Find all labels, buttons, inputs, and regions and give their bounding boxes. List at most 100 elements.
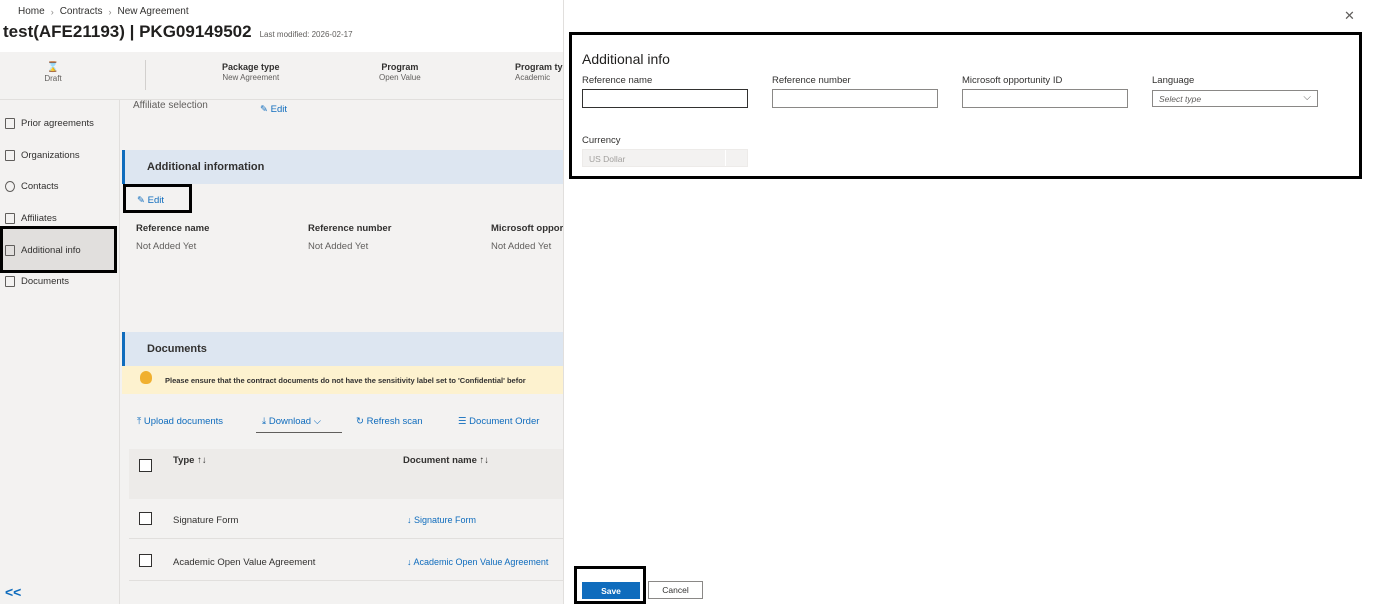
download-icon: ⤓ — [262, 416, 267, 427]
summary-program: Program Open Value — [379, 62, 421, 83]
currency-value: US Dollar — [589, 154, 626, 164]
document-link[interactable]: ↓ Academic Open Value Agreement — [407, 557, 548, 567]
currency-divider — [725, 150, 726, 166]
additional-information-header: Additional information — [122, 150, 563, 184]
documents-icon — [5, 276, 15, 287]
document-link-label: Academic Open Value Agreement — [413, 557, 549, 567]
refresh-label: Refresh scan — [366, 416, 423, 427]
page-title: test(AFE21193) | PKG09149502 Last modifi… — [3, 22, 353, 42]
field-label-reference-name: Reference name — [136, 223, 210, 234]
breadcrumb-home[interactable]: Home — [18, 6, 45, 17]
column-header-type[interactable]: Type ↑↓ — [173, 455, 207, 466]
upload-icon: ⤒ — [137, 416, 142, 427]
organizations-icon — [5, 150, 15, 161]
sidebar-item-label: Contacts — [21, 181, 59, 192]
contacts-icon — [5, 181, 15, 192]
field-label-opportunity: Microsoft oppor — [491, 223, 563, 234]
reference-name-label: Reference name — [582, 75, 653, 86]
download-icon: ↓ — [407, 557, 412, 567]
row-checkbox[interactable] — [139, 512, 152, 525]
section-title: Documents — [147, 343, 207, 355]
sidebar-item-documents[interactable]: Documents — [5, 276, 69, 287]
upload-documents-button[interactable]: ⤒ Upload documents — [137, 416, 223, 427]
download-button[interactable]: ⤓ Download ⌵ — [262, 416, 321, 427]
prior-agreements-icon — [5, 118, 15, 129]
list-icon: ☰ — [458, 416, 467, 427]
summary-divider — [145, 60, 146, 90]
sidebar-item-label: Organizations — [21, 150, 80, 161]
table-row-divider — [129, 538, 563, 539]
documents-header: Documents — [122, 332, 563, 366]
select-all-checkbox[interactable] — [139, 459, 152, 472]
sidebar — [0, 100, 120, 604]
highlight-box-additional-info — [0, 226, 117, 273]
document-link[interactable]: ↓ Signature Form — [407, 515, 476, 525]
lightbulb-icon — [140, 371, 152, 384]
summary-package-type: Package type New Agreement — [222, 62, 280, 83]
pencil-icon: ✎ — [260, 104, 268, 115]
page-title-text: test(AFE21193) | PKG09149502 — [3, 22, 252, 41]
reference-number-input[interactable] — [772, 89, 938, 108]
section-title: Additional information — [147, 161, 265, 173]
reference-name-input[interactable] — [582, 89, 748, 108]
warning-text: Please ensure that the contract document… — [165, 376, 526, 385]
affiliates-icon — [5, 213, 15, 224]
document-order-button[interactable]: ☰ Document Order — [458, 416, 539, 427]
summary-key: Program — [381, 62, 419, 72]
sidebar-item-organizations[interactable]: Organizations — [5, 150, 80, 161]
cancel-button[interactable]: Cancel — [648, 581, 703, 599]
sidebar-item-label: Affiliates — [21, 213, 57, 224]
refresh-icon: ↻ — [356, 416, 364, 427]
reference-number-label: Reference number — [772, 75, 851, 86]
hourglass-icon: ⌛ — [46, 62, 60, 73]
opportunity-id-input[interactable] — [962, 89, 1128, 108]
field-value-opportunity: Not Added Yet — [491, 241, 552, 252]
sidebar-item-affiliates[interactable]: Affiliates — [5, 213, 57, 224]
field-value-reference-number: Not Added Yet — [308, 241, 369, 252]
sidebar-item-label: Prior agreements — [21, 118, 94, 129]
breadcrumb-contracts[interactable]: Contracts — [60, 6, 103, 17]
language-select[interactable]: Select type ⌵ — [1152, 90, 1318, 107]
additional-info-panel: ✕ Additional info Reference name Referen… — [563, 0, 1377, 604]
download-label: Download — [268, 416, 312, 427]
opportunity-id-label: Microsoft opportunity ID — [962, 75, 1063, 86]
last-modified: Last modified: 2026-02-17 — [259, 30, 353, 39]
breadcrumb: Home › Contracts › New Agreement — [18, 6, 189, 17]
upload-label: Upload documents — [143, 416, 224, 427]
currency-label: Currency — [582, 135, 621, 146]
table-cell-type: Signature Form — [173, 515, 239, 526]
table-cell-type: Academic Open Value Agreement — [173, 557, 316, 568]
sidebar-item-prior-agreements[interactable]: Prior agreements — [5, 118, 94, 129]
highlight-box-edit — [123, 184, 192, 213]
close-icon[interactable]: ✕ — [1344, 8, 1355, 24]
breadcrumb-new-agreement: New Agreement — [117, 6, 189, 17]
column-header-document-name[interactable]: Document name ↑↓ — [403, 455, 489, 466]
summary-value: Academic — [515, 73, 551, 82]
save-button[interactable]: Save — [582, 582, 640, 599]
download-icon: ↓ — [407, 515, 412, 525]
summary-program-type: Program ty Academic — [515, 62, 563, 83]
chevron-right-icon: › — [108, 6, 112, 17]
chevron-right-icon: › — [50, 6, 54, 17]
sidebar-item-contacts[interactable]: Contacts — [5, 181, 59, 192]
currency-field: US Dollar — [582, 149, 748, 167]
collapse-sidebar-icon[interactable]: << — [5, 584, 21, 600]
chevron-down-icon: ⌵ — [313, 416, 321, 427]
field-label-reference-number: Reference number — [308, 223, 392, 234]
affiliate-edit-label: Edit — [270, 104, 287, 115]
affiliate-edit-link[interactable]: ✎ Edit — [260, 104, 287, 115]
download-underline — [256, 432, 342, 433]
summary-key: Package type — [222, 62, 280, 72]
refresh-scan-button[interactable]: ↻ Refresh scan — [356, 416, 423, 427]
status-label: Draft — [44, 74, 62, 83]
language-placeholder: Select type — [1159, 94, 1202, 104]
row-checkbox[interactable] — [139, 554, 152, 567]
summary-key: Program ty — [515, 62, 563, 72]
status-indicator: ⌛ Draft — [40, 62, 66, 84]
sensitivity-warning: Please ensure that the contract document… — [122, 366, 563, 394]
language-label: Language — [1152, 75, 1195, 86]
summary-bar: ⌛ Draft Package type New Agreement Progr… — [0, 52, 563, 100]
chevron-down-icon: ⌵ — [1303, 92, 1311, 103]
summary-value: New Agreement — [222, 73, 280, 82]
order-label: Document Order — [469, 416, 540, 427]
